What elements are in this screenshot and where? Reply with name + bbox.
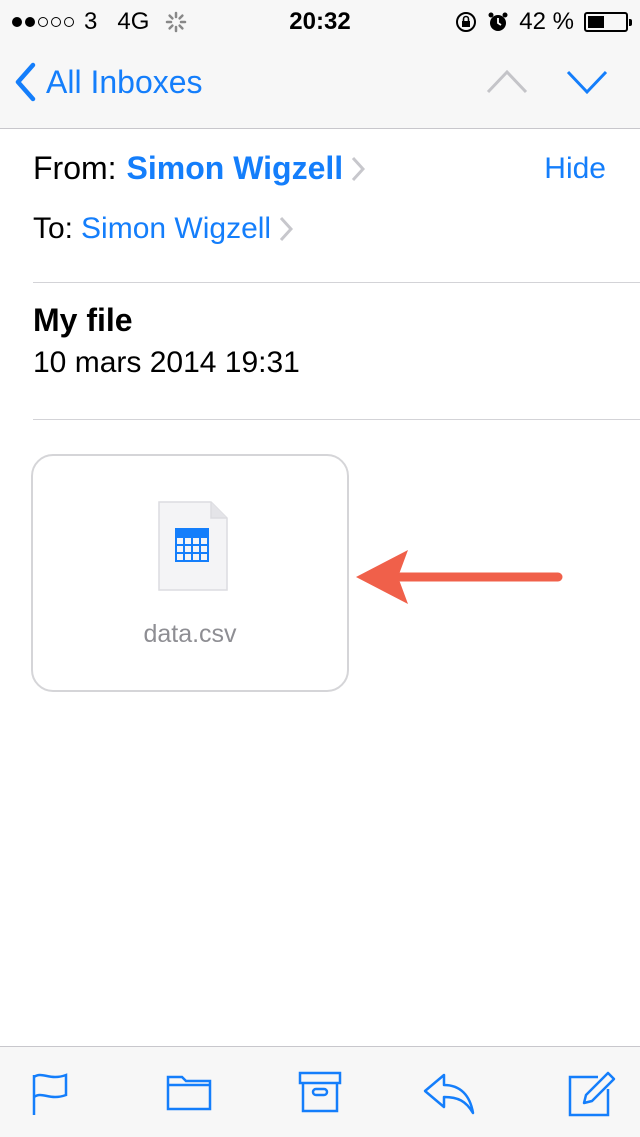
annotation-arrow bbox=[356, 550, 563, 604]
top-bar: 3 4G 20:32 42 % All Inboxes bbox=[0, 0, 640, 129]
message-subject: My file bbox=[33, 302, 133, 338]
battery-icon bbox=[584, 12, 632, 32]
status-right: 42 % bbox=[455, 8, 632, 36]
chevron-right-icon bbox=[279, 216, 294, 242]
battery-percent: 42 % bbox=[519, 8, 574, 35]
archive-icon[interactable] bbox=[298, 1071, 342, 1113]
navigation-bar: All Inboxes bbox=[0, 40, 640, 128]
attachment-tile[interactable]: data.csv bbox=[31, 454, 349, 692]
sender-name[interactable]: Simon Wigzell bbox=[127, 150, 344, 187]
status-bar: 3 4G 20:32 42 % bbox=[0, 0, 640, 40]
next-message-icon[interactable] bbox=[566, 64, 608, 100]
flag-icon[interactable] bbox=[30, 1071, 70, 1117]
compose-icon[interactable] bbox=[568, 1071, 616, 1117]
reply-icon[interactable] bbox=[422, 1071, 476, 1115]
recipient-name[interactable]: Simon Wigzell bbox=[81, 212, 271, 246]
spreadsheet-file-icon bbox=[158, 501, 228, 591]
back-button[interactable]: All Inboxes bbox=[14, 62, 203, 102]
to-label: To: bbox=[33, 212, 74, 245]
rotation-lock-icon bbox=[456, 12, 477, 32]
divider bbox=[33, 419, 640, 420]
divider bbox=[33, 282, 640, 283]
folder-icon[interactable] bbox=[166, 1071, 212, 1111]
chevron-right-icon bbox=[352, 156, 366, 181]
hide-button[interactable]: Hide bbox=[544, 152, 606, 186]
from-label: From: bbox=[33, 150, 117, 186]
to-row: To: Simon Wigzell bbox=[33, 212, 294, 246]
chevron-left-icon bbox=[15, 62, 36, 102]
bottom-toolbar bbox=[0, 1046, 640, 1137]
back-label: All Inboxes bbox=[46, 63, 203, 100]
previous-message-icon[interactable] bbox=[486, 64, 528, 100]
message-date: 10 mars 2014 19:31 bbox=[33, 346, 300, 379]
from-row: From: Simon Wigzell bbox=[33, 150, 366, 187]
attachment-filename: data.csv bbox=[143, 620, 237, 648]
alarm-icon bbox=[488, 12, 508, 31]
